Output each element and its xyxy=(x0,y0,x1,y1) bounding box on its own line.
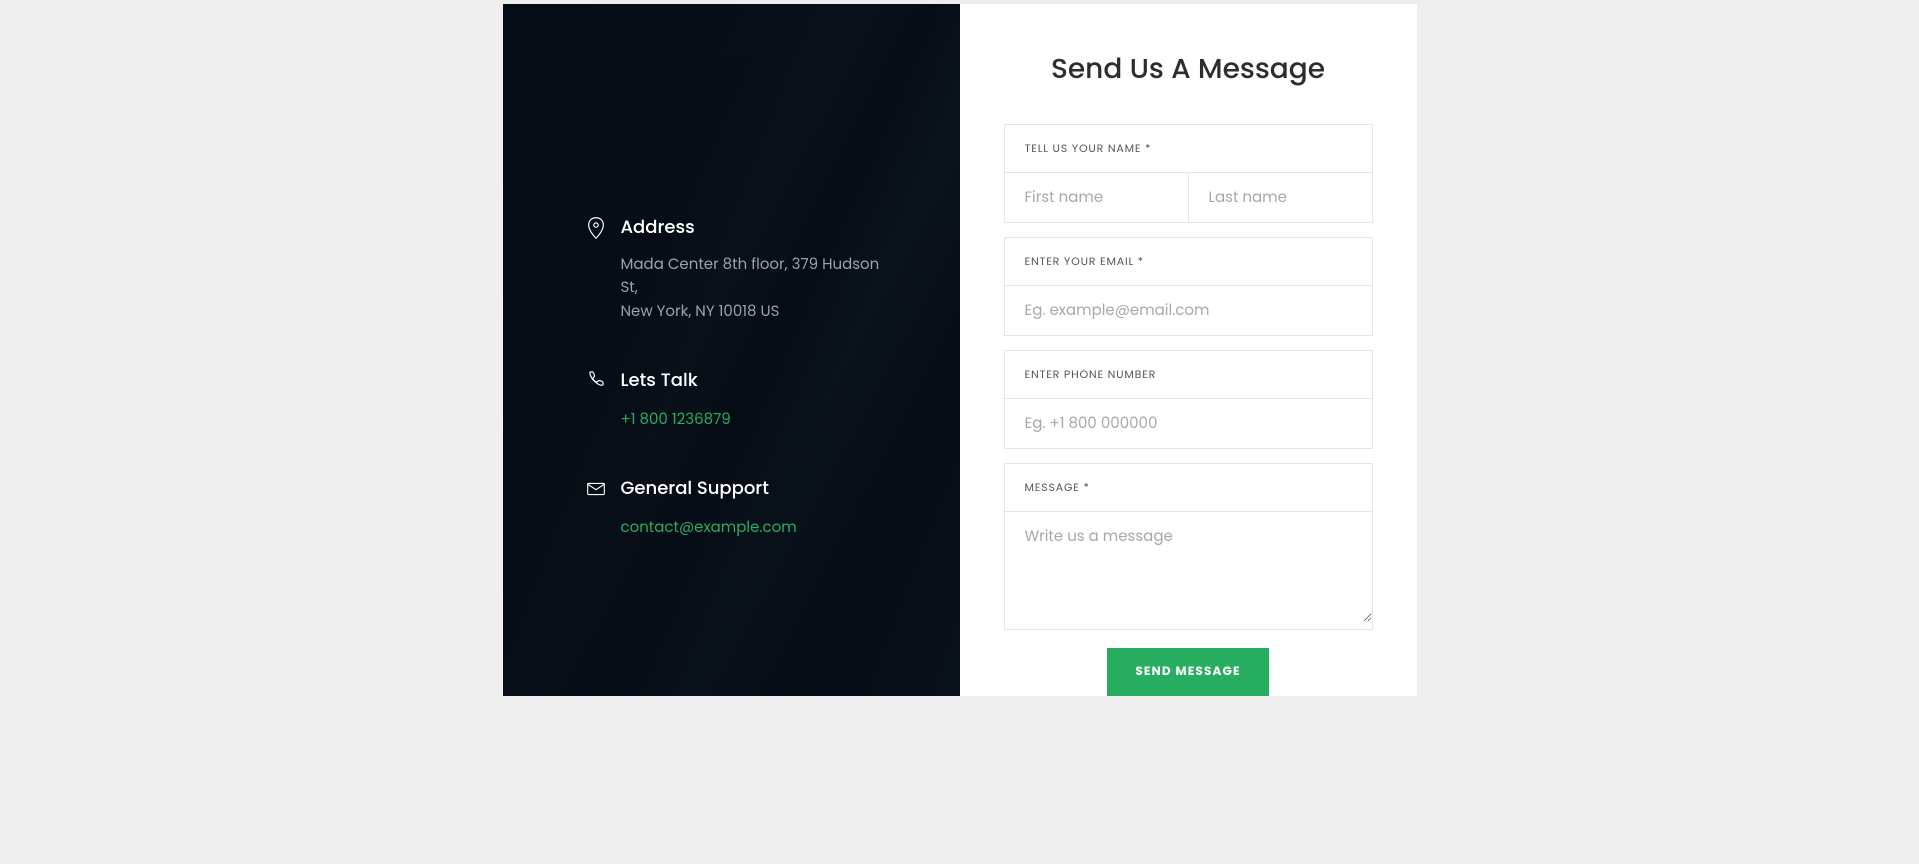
support-title: General Support xyxy=(621,475,797,502)
phone-link[interactable]: +1 800 1236879 xyxy=(621,408,731,431)
form-title: Send Us A Message xyxy=(1004,48,1373,90)
support-block: General Support contact@example.com xyxy=(587,475,880,539)
name-label: TELL US YOUR NAME * xyxy=(1005,125,1372,173)
phone-label: ENTER PHONE NUMBER xyxy=(1005,351,1372,399)
contact-info-panel: Address Mada Center 8th floor, 379 Hudso… xyxy=(503,4,960,696)
phone-block: Lets Talk +1 800 1236879 xyxy=(587,367,880,431)
message-field: MESSAGE * xyxy=(1004,463,1373,630)
contact-form-panel: Send Us A Message TELL US YOUR NAME * EN… xyxy=(960,4,1417,696)
last-name-input[interactable] xyxy=(1189,173,1372,222)
email-field: ENTER YOUR EMAIL * xyxy=(1004,237,1373,336)
email-label: ENTER YOUR EMAIL * xyxy=(1005,238,1372,286)
envelope-icon xyxy=(587,475,621,539)
email-input[interactable] xyxy=(1005,286,1372,335)
name-field: TELL US YOUR NAME * xyxy=(1004,124,1373,223)
send-message-button[interactable]: SEND MESSAGE xyxy=(1107,648,1268,696)
contact-card: Address Mada Center 8th floor, 379 Hudso… xyxy=(503,4,1417,696)
phone-title: Lets Talk xyxy=(621,367,731,394)
phone-icon xyxy=(587,367,621,431)
support-email-link[interactable]: contact@example.com xyxy=(621,516,797,539)
phone-field: ENTER PHONE NUMBER xyxy=(1004,350,1373,449)
address-line1: Mada Center 8th floor, 379 Hudson St, xyxy=(621,253,880,300)
phone-input[interactable] xyxy=(1005,399,1372,448)
address-block: Address Mada Center 8th floor, 379 Hudso… xyxy=(587,214,880,323)
address-line2: New York, NY 10018 US xyxy=(621,300,880,323)
message-label: MESSAGE * xyxy=(1005,464,1372,512)
address-title: Address xyxy=(621,214,880,241)
message-textarea[interactable] xyxy=(1005,512,1372,622)
first-name-input[interactable] xyxy=(1005,173,1189,222)
map-pin-icon xyxy=(587,214,621,323)
